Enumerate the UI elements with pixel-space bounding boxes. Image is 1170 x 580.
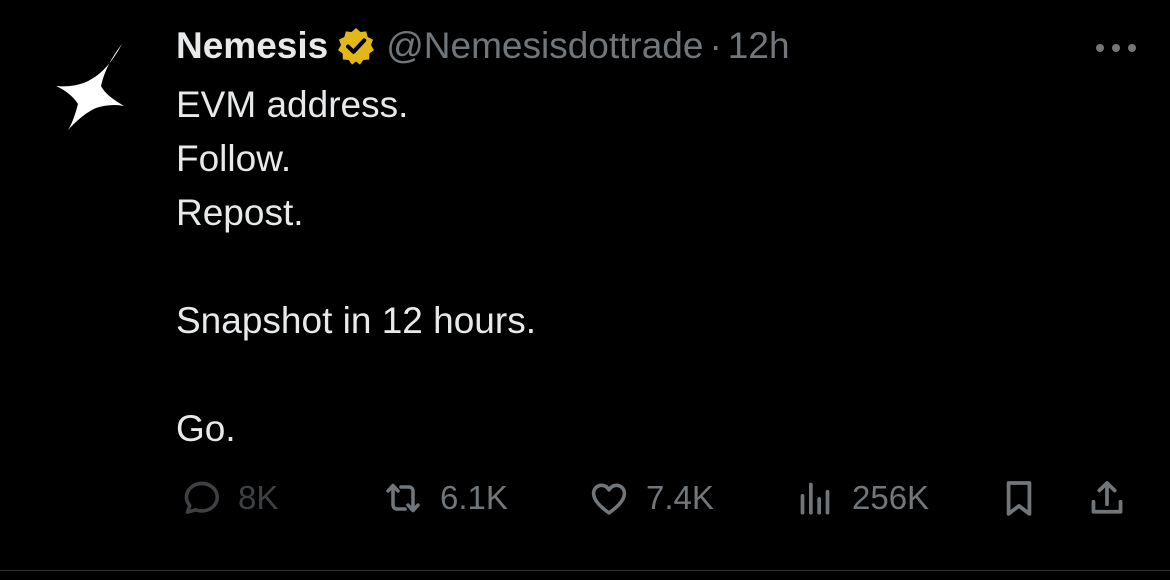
tweet-text-line: EVM address. xyxy=(176,84,409,125)
verified-badge-icon[interactable] xyxy=(336,26,376,66)
bar-chart-icon xyxy=(790,473,840,523)
views-button[interactable]: 256K xyxy=(790,468,929,528)
tweet-text: EVM address. Follow. Repost. Snapshot in… xyxy=(176,78,536,456)
reply-bubble-icon xyxy=(176,473,226,523)
share-upload-icon xyxy=(1082,473,1132,523)
heart-icon xyxy=(584,473,634,523)
tweet-text-blank-line xyxy=(176,240,536,294)
like-button[interactable]: 7.4K xyxy=(584,468,714,528)
avatar[interactable] xyxy=(52,42,128,132)
more-options-button[interactable] xyxy=(1092,36,1140,60)
handle[interactable]: @Nemesisdottrade xyxy=(386,25,703,67)
tweet-text-line: Repost. xyxy=(176,192,304,233)
tweet-header: Nemesis @Nemesisdottrade · 12h xyxy=(176,22,790,70)
like-count: 7.4K xyxy=(646,479,714,516)
reply-count: 8K xyxy=(238,479,279,516)
tweet-actions-bar: 8K 6.1K 7.4K 256K xyxy=(176,468,1146,528)
views-count: 256K xyxy=(852,479,930,516)
more-dots-icon xyxy=(1096,44,1136,52)
tweet-card[interactable]: Nemesis @Nemesisdottrade · 12h EVM addre… xyxy=(0,0,1170,580)
tweet-text-blank-line xyxy=(176,348,536,402)
repost-count: 6.1K xyxy=(440,479,508,516)
tweet-divider xyxy=(0,570,1170,571)
separator-dot: · xyxy=(709,25,722,66)
repost-button[interactable]: 6.1K xyxy=(378,468,508,528)
timestamp[interactable]: 12h xyxy=(728,25,790,67)
reply-button[interactable]: 8K xyxy=(176,468,278,528)
star-logo-icon xyxy=(56,44,124,130)
display-name[interactable]: Nemesis xyxy=(176,25,328,67)
tweet-text-line: Snapshot in 12 hours. xyxy=(176,300,536,341)
repost-arrows-icon xyxy=(378,473,428,523)
tweet-text-line: Follow. xyxy=(176,138,292,179)
share-button[interactable] xyxy=(1082,468,1132,528)
tweet-text-line: Go. xyxy=(176,408,236,449)
bookmark-icon xyxy=(994,473,1044,523)
bookmark-button[interactable] xyxy=(994,468,1044,528)
